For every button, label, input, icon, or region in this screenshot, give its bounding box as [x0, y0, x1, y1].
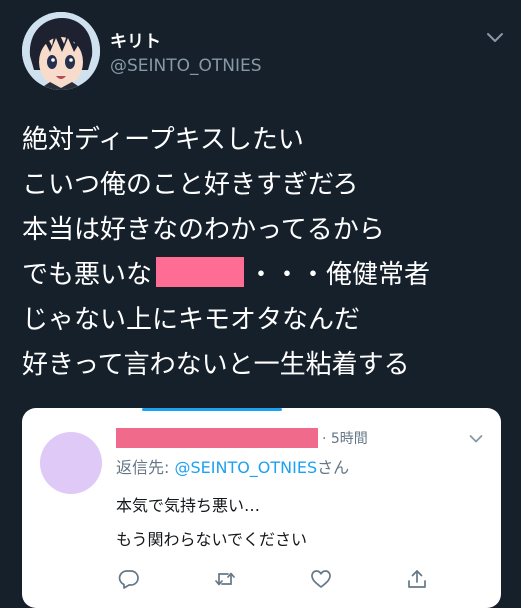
reply-text-line: 本気で気持ち悪い…	[116, 496, 261, 515]
tweet-header: キリト @SEINTO_OTNIES	[22, 12, 504, 92]
tweet-text: 絶対ディープキスしたい こいつ俺のこと好きすぎだろ 本当は好きなのわかってるから…	[22, 118, 502, 388]
tweet-line: 好きって言わないと一生粘着する	[22, 350, 410, 380]
chevron-down-icon[interactable]	[469, 434, 483, 444]
retweet-icon[interactable]	[214, 568, 236, 590]
tab-indicator	[142, 408, 282, 411]
reply-text-line: もう関わらないでください	[116, 530, 308, 549]
anime-avatar-illustration	[22, 12, 100, 90]
tweet-line: 本当は好きなのわかってるから	[22, 215, 385, 245]
reply-to-line: 返信先: @SEINTO_OTNIESさん	[116, 454, 349, 478]
reply-timestamp: · 5時間	[322, 431, 368, 447]
user-handle[interactable]: @SEINTO_OTNIES	[110, 56, 262, 76]
tweet-line: こいつ俺のこと好きすぎだろ	[22, 170, 359, 200]
redacted-display-name	[116, 428, 318, 448]
heart-icon[interactable]	[310, 568, 332, 590]
tweet-line-segment: ・・・俺健常者	[248, 260, 431, 290]
tweet-line-segment: でも悪いな	[22, 260, 153, 290]
avatar[interactable]	[22, 12, 100, 90]
tweet-line: じゃない上にキモオタなんだ	[22, 305, 361, 335]
reply-avatar[interactable]	[40, 432, 102, 494]
reply-icon[interactable]	[118, 568, 140, 590]
chevron-down-icon[interactable]	[486, 32, 504, 44]
reply-card: · 5時間 返信先: @SEINTO_OTNIESさん 本気で気持ち悪い… もう…	[22, 408, 501, 608]
display-name[interactable]: キリト	[110, 27, 161, 52]
redaction-block	[156, 257, 245, 287]
tweet-line: 絶対ディープキスしたい	[22, 125, 304, 155]
reply-to-mention[interactable]: @SEINTO_OTNIES	[174, 458, 317, 477]
share-icon[interactable]	[406, 568, 428, 590]
tweet-line: でも悪いな ・・・俺健常者	[22, 253, 502, 298]
reply-to-prefix: 返信先:	[116, 458, 175, 477]
reply-to-suffix: さん	[317, 458, 350, 477]
